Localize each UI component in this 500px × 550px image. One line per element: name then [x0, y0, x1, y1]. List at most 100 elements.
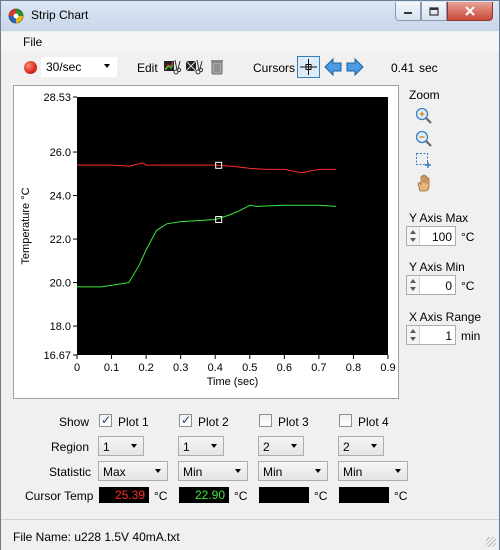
chevron-down-icon: [235, 469, 241, 473]
statistic-label: Statistic: [49, 465, 92, 479]
edit-label: Edit: [137, 61, 158, 75]
zoom-out-icon[interactable]: [415, 130, 433, 148]
plot-3-region-select[interactable]: 2: [258, 436, 304, 456]
zoom-region-icon[interactable]: [415, 152, 433, 170]
cursor-time-value: 0.41: [391, 61, 415, 75]
x-axis-range-unit: min: [461, 329, 481, 343]
y-tick-label: 22.0: [50, 234, 71, 246]
trash-icon[interactable]: [208, 58, 226, 76]
arrow-right-icon[interactable]: [345, 57, 365, 77]
sample-rate-value: 30/sec: [46, 60, 82, 74]
cursor-tool-button[interactable]: [297, 56, 320, 78]
cursor-temp-label: Cursor Temp: [25, 489, 94, 503]
y-axis-max-value: 100: [431, 230, 452, 244]
x-tick-label: 0.4: [208, 362, 223, 374]
plot-4-statistic-select[interactable]: Min: [338, 461, 408, 481]
plot-4-region-select[interactable]: 2: [338, 436, 384, 456]
cut-chart-icon[interactable]: [163, 58, 181, 76]
plot-1-region-value: 1: [103, 440, 110, 454]
file-name-status: File Name: u228 1.5V 40mA.txt: [13, 530, 180, 544]
y-tick-label: 28.53: [43, 92, 71, 104]
resize-grip-icon[interactable]: [486, 537, 496, 547]
y-tick-label: 26.0: [50, 147, 71, 159]
x-axis-range-value: 1: [445, 329, 452, 343]
strip-chart[interactable]: 0 0.1 0.2 0.3 0.4 0.5 0.6 0.7 0.8 0.9 28.53 26.0 24.…: [13, 85, 399, 399]
arrow-left-icon[interactable]: [323, 57, 343, 77]
plot-3-temp-unit: °C: [314, 489, 328, 503]
plot-1-label: Plot 1: [118, 415, 149, 429]
x-axis-range-label: X Axis Range: [409, 310, 482, 324]
x-tick-label: 0: [74, 362, 80, 374]
plot-area: [77, 97, 388, 355]
plot-2-checkbox[interactable]: [179, 413, 192, 427]
status-bar: File Name: u228 1.5V 40mA.txt: [1, 519, 499, 550]
x-tick-label: 0.6: [277, 362, 292, 374]
y-axis-min-unit: °C: [461, 279, 475, 293]
plot-2-statistic-select[interactable]: Min: [178, 461, 248, 481]
menu-file[interactable]: File: [23, 35, 42, 49]
plot-4-checkbox[interactable]: [339, 414, 352, 427]
chevron-down-icon: [315, 469, 321, 473]
spinner-buttons[interactable]: [407, 276, 420, 294]
close-button[interactable]: [447, 2, 493, 21]
x-tick-label: 0.7: [311, 362, 326, 374]
chevron-down-icon: [131, 444, 137, 448]
x-tick-label: 0.2: [138, 362, 153, 374]
y-axis-min-spinner[interactable]: 0: [406, 275, 456, 295]
strip-chart-window: Strip Chart File 30/sec Edit Cursors 0.4…: [0, 0, 500, 550]
y-axis-max-unit: °C: [461, 230, 475, 244]
window-title: Strip Chart: [31, 8, 89, 22]
y-axis-label: Temperature °C: [20, 187, 32, 264]
sample-rate-select[interactable]: 30/sec: [41, 57, 117, 77]
spinner-buttons[interactable]: [407, 326, 420, 344]
plot-4-region-value: 2: [343, 440, 350, 454]
y-tick-label: 16.67: [43, 350, 71, 362]
plot-4-statistic-value: Min: [343, 465, 363, 479]
minimize-button[interactable]: [395, 2, 421, 21]
menu-bar: File: [1, 32, 499, 52]
y-axis-max-label: Y Axis Max: [409, 211, 469, 225]
plot-1-region-select[interactable]: 1: [98, 436, 144, 456]
cursor-time-unit: sec: [419, 61, 438, 75]
y-tick-label: 24.0: [50, 191, 71, 203]
y-tick-label: 18.0: [50, 321, 71, 333]
cut-data-icon[interactable]: [185, 58, 203, 76]
plot-1-checkbox[interactable]: [99, 413, 112, 427]
plot-3-statistic-select[interactable]: Min: [258, 461, 328, 481]
x-axis-label: Time (sec): [207, 376, 259, 388]
plot-2-label: Plot 2: [198, 415, 229, 429]
crosshair-icon: [300, 59, 317, 75]
chevron-down-icon: [211, 444, 217, 448]
plot-3-label: Plot 3: [278, 415, 309, 429]
plot-1-temp-unit: °C: [154, 489, 168, 503]
title-bar: Strip Chart: [1, 1, 499, 31]
y-axis-min-label: Y Axis Min: [409, 260, 465, 274]
x-axis-range-spinner[interactable]: 1: [406, 325, 456, 345]
maximize-button[interactable]: [421, 2, 447, 21]
chevron-down-icon: [395, 469, 401, 473]
plot-4-label: Plot 4: [358, 415, 389, 429]
plot-2-region-select[interactable]: 1: [178, 436, 224, 456]
x-tick-label: 0.9: [380, 362, 395, 374]
show-label: Show: [59, 415, 90, 429]
plot-1-statistic-value: Max: [103, 465, 126, 479]
y-axis-max-spinner[interactable]: 100: [406, 226, 456, 246]
plot-2-cursor-temp: 22.90: [179, 487, 229, 503]
record-icon[interactable]: [24, 61, 37, 74]
x-tick-label: 0.5: [242, 362, 257, 374]
plot-1-statistic-select[interactable]: Max: [98, 461, 168, 481]
plot-3-statistic-value: Min: [263, 465, 283, 479]
y-tick-label: 20.0: [50, 278, 71, 290]
spinner-buttons[interactable]: [407, 227, 420, 245]
app-icon: [8, 8, 24, 24]
plot-2-temp-unit: °C: [234, 489, 248, 503]
pan-hand-icon[interactable]: [415, 174, 433, 192]
chevron-down-icon: [291, 444, 297, 448]
region-label: Region: [51, 440, 90, 454]
x-tick-label: 0.1: [104, 362, 119, 374]
zoom-in-icon[interactable]: [415, 107, 433, 125]
zoom-label: Zoom: [409, 88, 440, 102]
plot-3-checkbox[interactable]: [259, 414, 272, 427]
chevron-down-icon: [104, 64, 110, 68]
plot-4-cursor-temp: [339, 487, 389, 503]
